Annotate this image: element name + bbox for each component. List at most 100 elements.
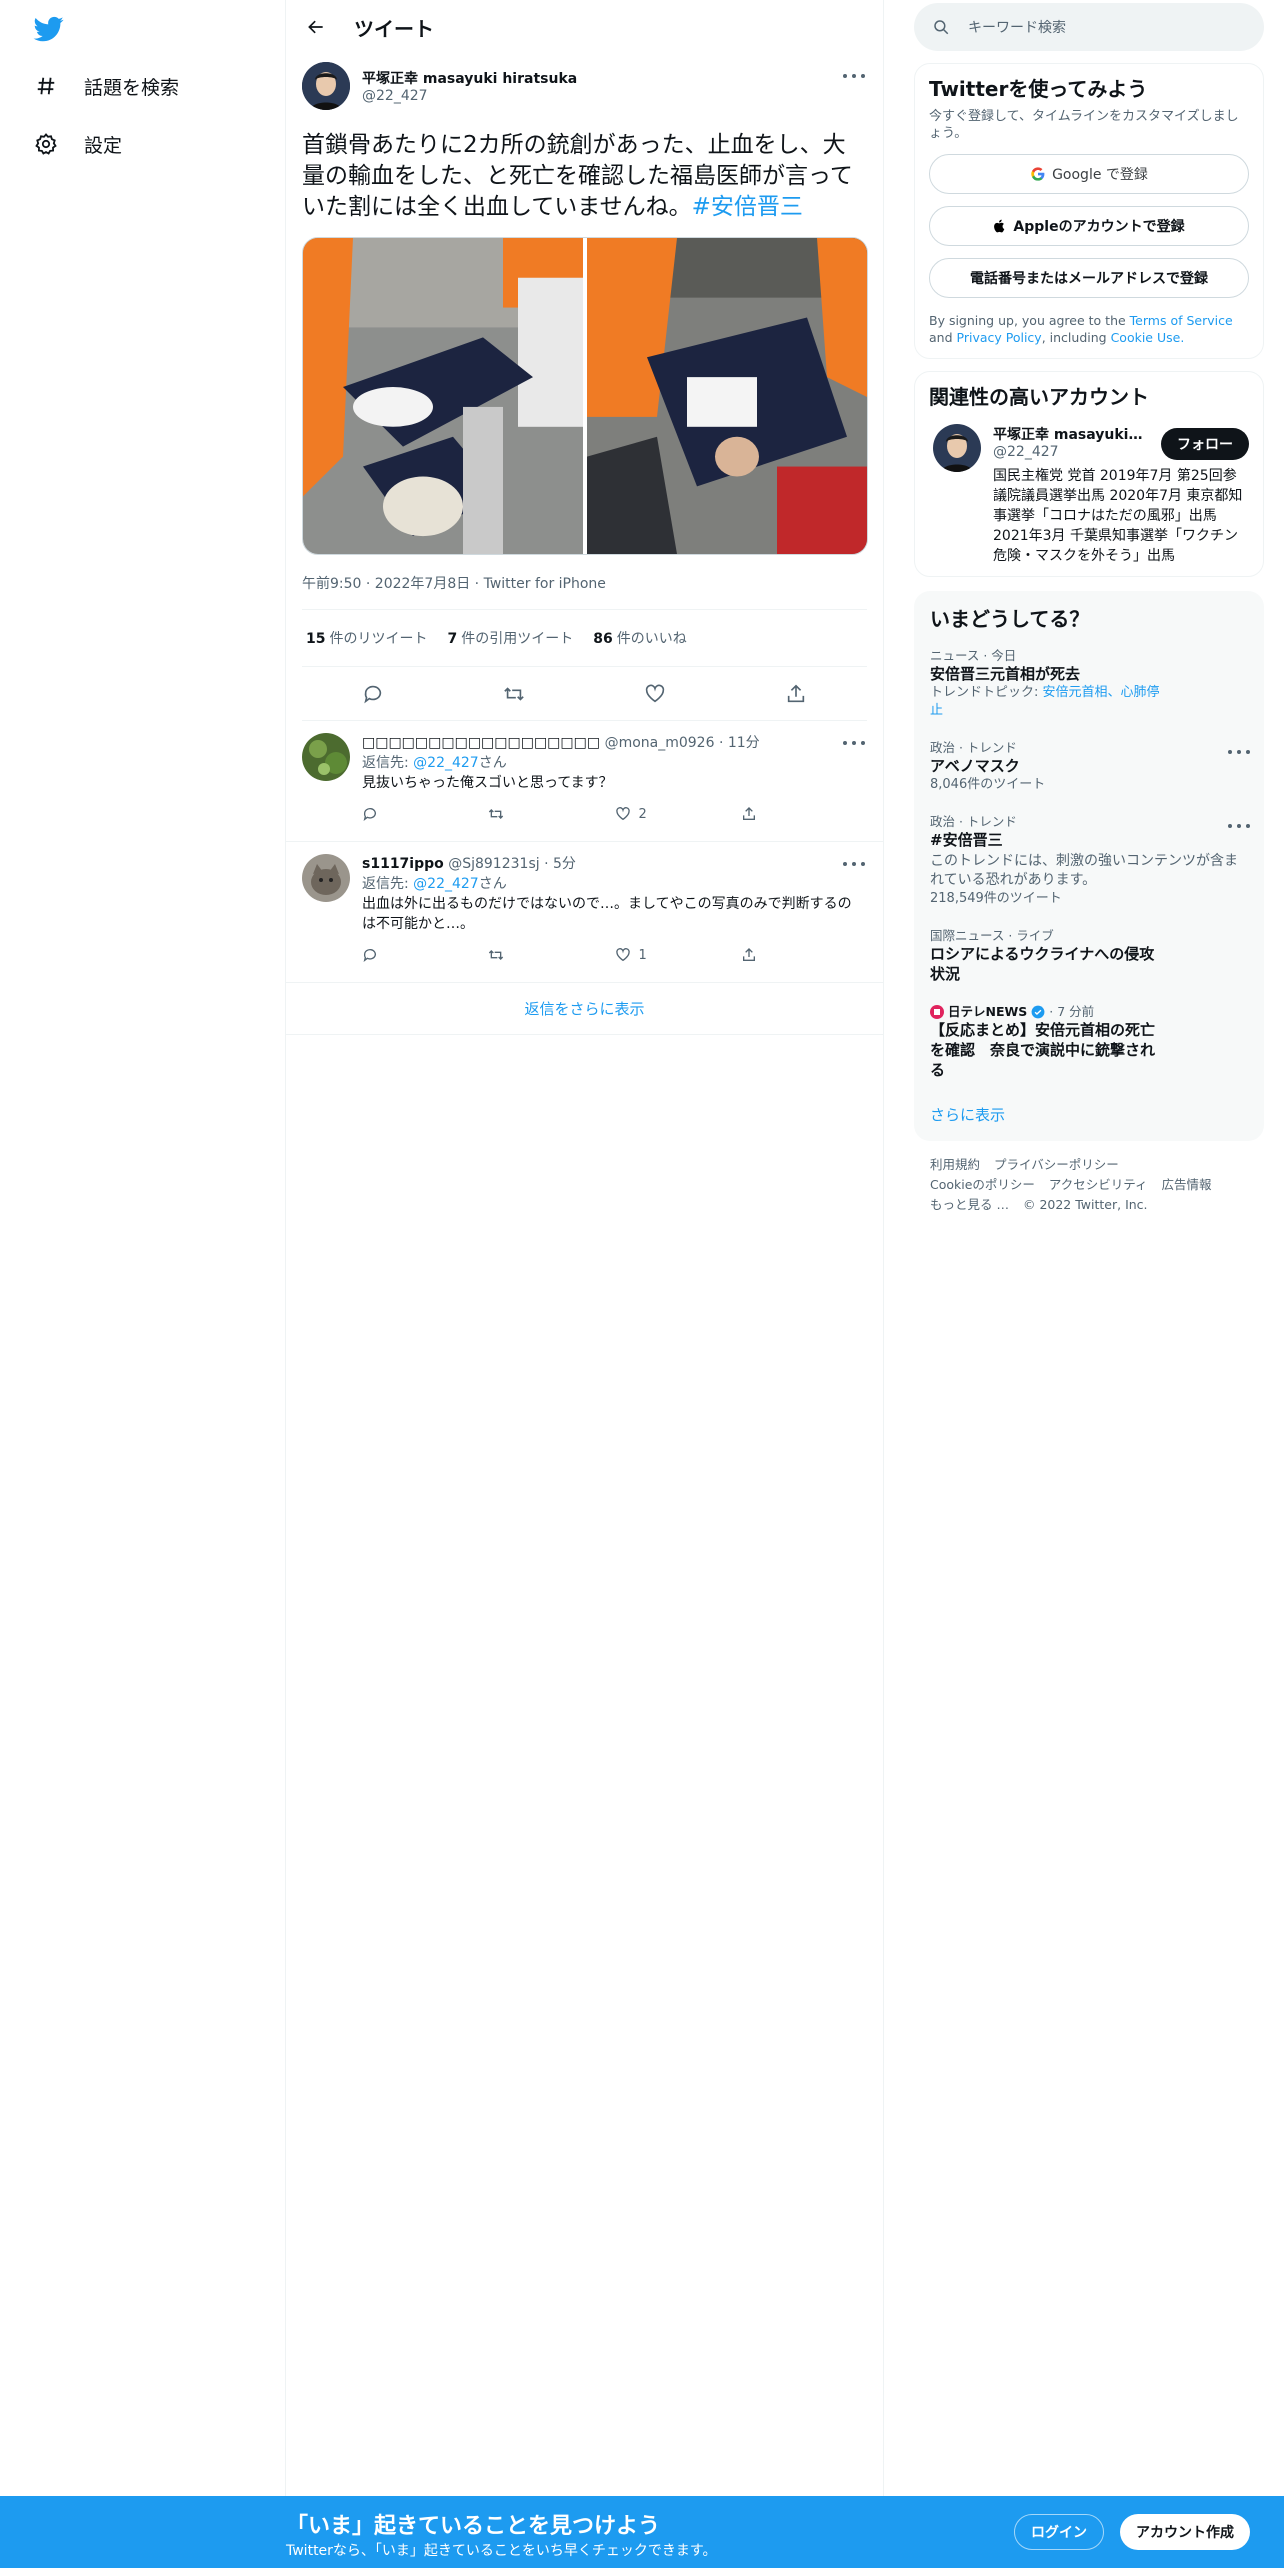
reply-time[interactable]: 5分 [553, 856, 576, 872]
more-options-icon[interactable] [1228, 818, 1250, 834]
media-image-1[interactable] [303, 238, 583, 554]
trend-item[interactable]: 日テレNEWS · 7 分前 【反応まとめ】安倍元首相の死亡を確認 奈良で演説中… [914, 994, 1264, 1090]
like-icon [615, 948, 630, 962]
create-account-button[interactable]: アカウント作成 [1120, 2514, 1250, 2550]
trends-card: いまどうしてる？ ニュース · 今日 安倍晋三元首相が死去 トレンドトピック: … [914, 591, 1264, 1141]
footer-more-link[interactable]: もっと見る … [930, 1197, 1009, 1212]
like-count[interactable]: 86 件のいいね [593, 628, 686, 648]
reply-body: 見抜いちゃった俺スゴいと思ってます？ [362, 775, 613, 791]
avatar[interactable] [302, 854, 350, 902]
footer-link[interactable]: Cookieのポリシー [930, 1177, 1035, 1192]
trend-item[interactable]: ニュース · 今日 安倍晋三元首相が死去 トレンドトピック: 安倍元首相、心肺停… [914, 638, 1264, 730]
share-icon[interactable] [741, 806, 867, 822]
like-icon[interactable] [638, 677, 672, 711]
related-account-name[interactable]: 平塚正幸 masayuki hiratsuka [993, 424, 1143, 444]
like-button[interactable]: 1 [615, 947, 741, 963]
reply-icon[interactable] [362, 947, 488, 963]
reply-to-handle[interactable]: @22_427 [413, 755, 479, 771]
tweet-timestamp[interactable]: 午前9:50 · 2022年7月8日 [302, 576, 470, 592]
tweet-source[interactable]: Twitter for iPhone [484, 576, 606, 592]
retweet-count[interactable]: 15 件のリツイート [306, 628, 427, 648]
author-name[interactable]: 平塚正幸 masayuki hiratsuka [362, 68, 577, 88]
reply-author-handle[interactable]: @mona_m0926 [605, 735, 715, 751]
google-signup-button[interactable]: Google で登録 [929, 154, 1249, 194]
show-more-replies-link[interactable]: 返信をさらに表示 [286, 983, 883, 1035]
login-button[interactable]: ログイン [1014, 2514, 1104, 2550]
signup-terms: By signing up, you agree to the Terms of… [929, 313, 1233, 345]
author-handle[interactable]: @22_427 [362, 88, 428, 104]
nav-explore[interactable]: 話題を検索 [32, 66, 179, 106]
phone-email-signup-button[interactable]: 電話番号またはメールアドレスで登録 [929, 258, 1249, 298]
avatar[interactable] [302, 62, 350, 110]
reply-actions: 1 [362, 938, 867, 972]
related-account[interactable]: 平塚正幸 masayuki hiratsuka @22_427 フォロー 国民主… [929, 424, 1249, 564]
trend-count: 218,549件のツイート [930, 891, 1062, 906]
avatar[interactable] [933, 424, 981, 472]
retweet-icon[interactable] [488, 806, 614, 822]
back-arrow-icon[interactable] [296, 7, 336, 47]
trend-count: 8,046件のツイート [930, 777, 1046, 792]
like-button[interactable]: 2 [615, 806, 741, 822]
copyright: © 2022 Twitter, Inc. [1022, 1197, 1148, 1212]
search-input[interactable]: キーワード検索 [914, 3, 1264, 51]
footer-link[interactable]: プライバシーポリシー [994, 1157, 1119, 1172]
hashtag-icon [32, 72, 60, 100]
reply-item[interactable]: s1117ippo @Sj891231sj · 5分 返信先: @22_427さ… [286, 842, 883, 983]
tweet-media[interactable] [302, 237, 868, 555]
trend-title: 【反応まとめ】安倍元首相の死亡を確認 奈良で演説中に銃撃される [930, 1021, 1156, 1079]
footer-link[interactable]: 利用規約 [930, 1157, 980, 1172]
nav-explore-label: 話題を検索 [84, 76, 180, 99]
reply-item[interactable]: □□□□□□□□□□□□□□□□□□ @mona_m0926 · 11分 返信先… [286, 721, 883, 842]
footer-link[interactable]: アクセシビリティ [1049, 1177, 1148, 1192]
more-options-icon[interactable] [843, 68, 865, 84]
reply-icon[interactable] [362, 806, 488, 822]
share-icon[interactable] [779, 677, 813, 711]
media-image-2[interactable] [587, 238, 867, 554]
reply-to-handle[interactable]: @22_427 [413, 876, 479, 892]
share-icon[interactable] [741, 947, 867, 963]
avatar[interactable] [302, 733, 350, 781]
tweet-author-row: 平塚正幸 masayuki hiratsuka @22_427 [286, 62, 883, 118]
more-options-icon[interactable] [843, 735, 865, 751]
trend-item[interactable]: 国際ニュース · ライブ ロシアによるウクライナへの侵攻状況 [914, 918, 1264, 994]
retweet-icon[interactable] [488, 947, 614, 963]
left-sidebar: 話題を検索 設定 [0, 0, 286, 2496]
cookie-use-link[interactable]: Cookie Use. [1111, 330, 1185, 345]
apple-signup-button[interactable]: Appleのアカウントで登録 [929, 206, 1249, 246]
trend-context: 国際ニュース · ライブ [930, 928, 1054, 943]
twitter-logo-icon[interactable] [32, 14, 66, 44]
trends-show-more-link[interactable]: さらに表示 [914, 1090, 1264, 1141]
trend-item[interactable]: 政治 · トレンド アベノマスク 8,046件のツイート [914, 730, 1264, 804]
terms-of-service-link[interactable]: Terms of Service [1130, 313, 1233, 328]
reply-icon[interactable] [356, 677, 390, 711]
trends-title: いまどうしてる？ [930, 607, 1090, 631]
reply-author-name[interactable]: □□□□□□□□□□□□□□□□□□ [362, 735, 600, 751]
nav-settings[interactable]: 設定 [32, 124, 122, 164]
more-options-icon[interactable] [843, 856, 865, 872]
trend-title: アベノマスク [930, 757, 1020, 775]
trend-item[interactable]: 政治 · トレンド #安倍晋三 このトレンドには、刺激の強いコンテンツが含まれて… [914, 804, 1264, 918]
retweet-icon[interactable] [497, 677, 531, 711]
reply-author-name[interactable]: s1117ippo [362, 856, 444, 872]
tweet-meta: 午前9:50 · 2022年7月8日 · Twitter for iPhone [302, 576, 606, 592]
hashtag-link[interactable]: #安倍晋三 [692, 194, 803, 220]
reply-header: s1117ippo @Sj891231sj · 5分 [362, 856, 576, 872]
trend-context: ニュース · 今日 [930, 648, 1017, 663]
quote-count[interactable]: 7 件の引用ツイート [447, 628, 573, 648]
news-logo-icon [930, 1005, 944, 1019]
more-options-icon[interactable] [1228, 744, 1250, 760]
privacy-policy-link[interactable]: Privacy Policy [957, 330, 1042, 345]
bottom-bar-title: 「いま」起きていることを見つけよう [286, 2514, 661, 2539]
footer-link[interactable]: 広告情報 [1162, 1177, 1212, 1192]
footer: 利用規約 プライバシーポリシー Cookieのポリシー アクセシビリティ 広告情… [914, 1155, 1264, 1215]
reply-to: 返信先: @22_427さん [362, 755, 507, 771]
signup-subtitle: 今すぐ登録して、タイムラインをカスタマイズしましょう。 [929, 109, 1239, 141]
search-icon [934, 20, 949, 35]
reply-to: 返信先: @22_427さん [362, 876, 507, 892]
trend-context: 政治 · トレンド [930, 740, 1017, 755]
reply-time[interactable]: 11分 [728, 735, 760, 751]
reply-author-handle[interactable]: @Sj891231sj [448, 856, 539, 872]
tweet-text: 首鎖骨あたりに2カ所の銃創があった、止血をし、大量の輸血をした、と死亡を確認した… [302, 130, 868, 223]
related-account-handle[interactable]: @22_427 [993, 444, 1059, 460]
follow-button[interactable]: フォロー [1161, 428, 1249, 460]
